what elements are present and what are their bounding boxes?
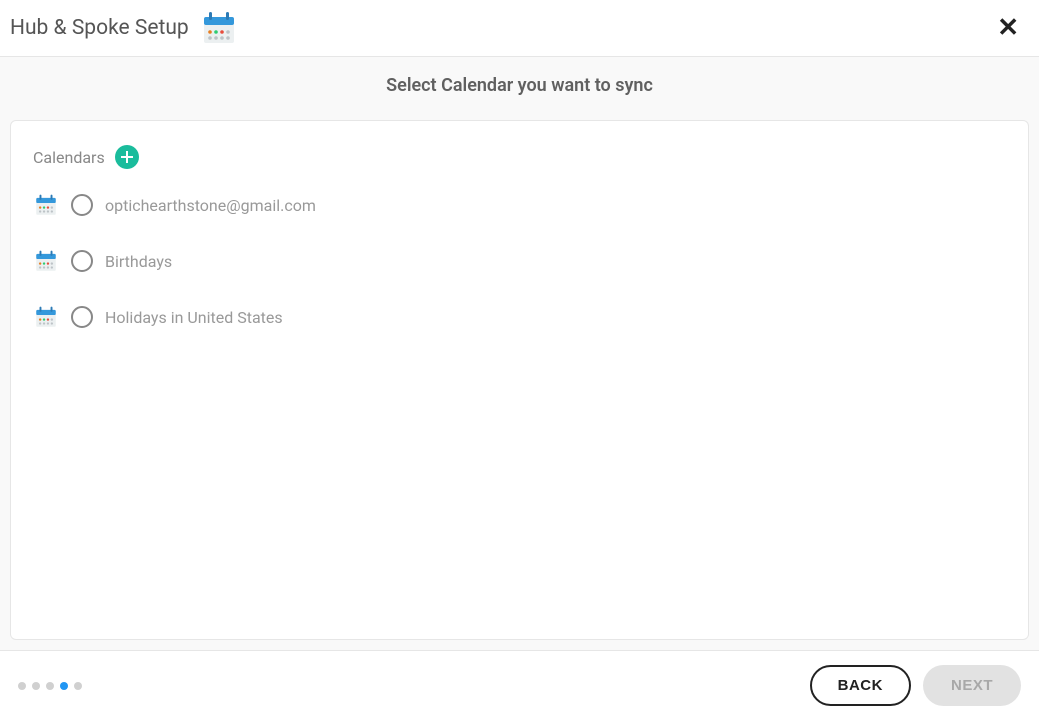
content-area: Select Calendar you want to sync Calenda… (0, 57, 1039, 650)
calendar-label: optichearthstone@gmail.com (105, 196, 316, 215)
close-icon[interactable]: ✕ (991, 13, 1025, 43)
progress-dot (46, 682, 54, 690)
calendar-radio[interactable] (71, 250, 93, 272)
calendar-icon (33, 305, 59, 329)
panel-heading-label: Calendars (33, 148, 105, 167)
panel-heading: Calendars (33, 145, 1006, 169)
calendar-icon (33, 193, 59, 217)
dialog-header: Hub & Spoke Setup ✕ (0, 0, 1039, 57)
add-calendar-button[interactable] (115, 145, 139, 169)
calendar-row: Birthdays (33, 249, 1006, 273)
calendar-row: optichearthstone@gmail.com (33, 193, 1006, 217)
calendar-radio[interactable] (71, 306, 93, 328)
progress-dots (18, 682, 82, 690)
page-title: Hub & Spoke Setup (10, 16, 189, 40)
calendar-row: Holidays in United States (33, 305, 1006, 329)
subtitle: Select Calendar you want to sync (10, 75, 1029, 96)
back-button[interactable]: BACK (810, 665, 911, 706)
calendar-label: Birthdays (105, 252, 172, 271)
header-left: Hub & Spoke Setup (10, 10, 239, 46)
calendar-icon (33, 249, 59, 273)
progress-dot (18, 682, 26, 690)
progress-dot (74, 682, 82, 690)
calendar-panel: Calendars optichearthstone@gmail.com Bir… (10, 120, 1029, 640)
footer-buttons: BACK NEXT (810, 665, 1021, 706)
progress-dot (60, 682, 68, 690)
dialog-footer: BACK NEXT (0, 650, 1039, 720)
calendar-list: optichearthstone@gmail.com Birthdays Hol… (33, 193, 1006, 329)
plus-icon (120, 150, 134, 164)
calendar-radio[interactable] (71, 194, 93, 216)
calendar-label: Holidays in United States (105, 308, 283, 327)
calendar-app-icon (199, 10, 239, 46)
next-button[interactable]: NEXT (923, 665, 1021, 706)
progress-dot (32, 682, 40, 690)
